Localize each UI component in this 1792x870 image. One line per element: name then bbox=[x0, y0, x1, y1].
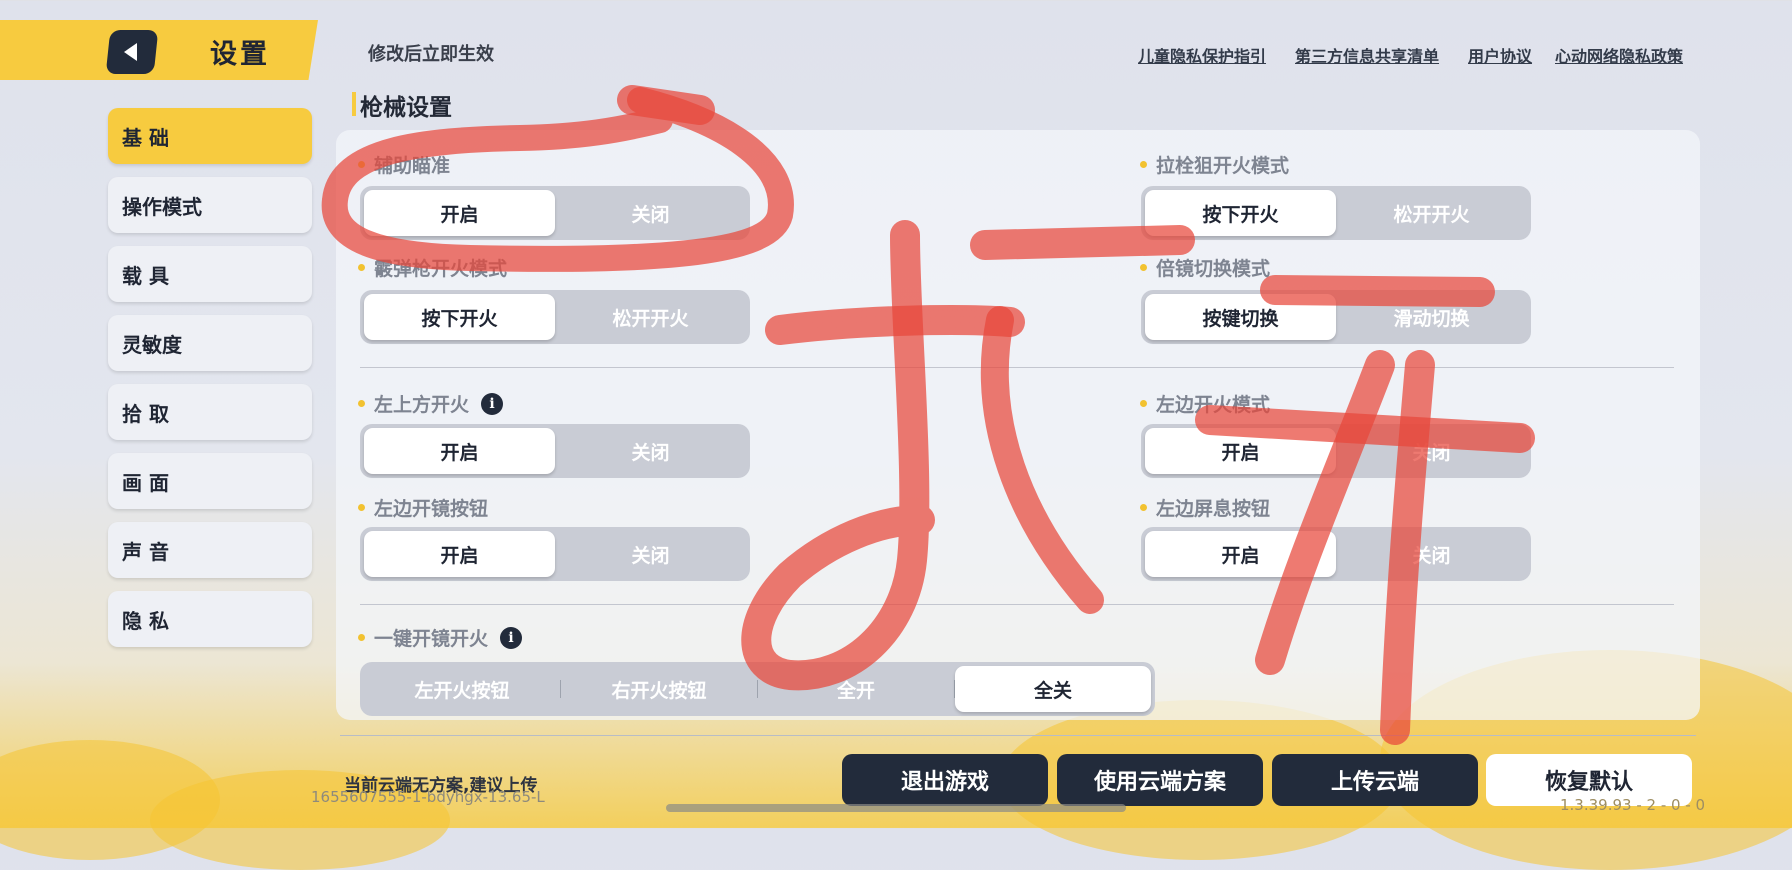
sidebar-item-vehicle[interactable]: 载 具 bbox=[108, 246, 312, 302]
shotgun-release[interactable]: 松开开火 bbox=[555, 294, 746, 340]
aim-assist-toggle[interactable]: 开启 关闭 bbox=[360, 186, 750, 240]
left-breath-on[interactable]: 开启 bbox=[1145, 531, 1336, 577]
top-left-fire-toggle[interactable]: 开启 关闭 bbox=[360, 424, 750, 478]
bottom-divider bbox=[340, 735, 1696, 736]
upload-cloud-button[interactable]: 上传云端 bbox=[1272, 754, 1478, 806]
shotgun-press[interactable]: 按下开火 bbox=[364, 294, 555, 340]
header-bar bbox=[0, 20, 318, 80]
link-user-agreement[interactable]: 用户协议 bbox=[1468, 43, 1532, 67]
aim-assist-off[interactable]: 关闭 bbox=[555, 190, 746, 236]
divider bbox=[360, 604, 1674, 605]
info-icon[interactable]: i bbox=[481, 392, 504, 415]
option-label-left-breath: 左边屏息按钮 bbox=[1140, 494, 1270, 521]
sidebar-item-graphics[interactable]: 画 面 bbox=[108, 453, 312, 509]
option-label-shotgun: 霰弹枪开火模式 bbox=[358, 254, 507, 281]
link-child-privacy[interactable]: 儿童隐私保护指引 bbox=[1138, 43, 1266, 67]
exit-game-button[interactable]: 退出游戏 bbox=[842, 754, 1048, 806]
sidebar-item-control-mode[interactable]: 操作模式 bbox=[108, 177, 312, 233]
link-third-party-info[interactable]: 第三方信息共享清单 bbox=[1295, 43, 1439, 67]
left-fire-mode-on[interactable]: 开启 bbox=[1145, 428, 1336, 474]
option-label-left-fire-mode: 左边开火模式 bbox=[1140, 390, 1270, 417]
one-key-scope-all-off[interactable]: 全关 bbox=[955, 666, 1151, 712]
divider bbox=[360, 367, 1674, 368]
bolt-sniper-press[interactable]: 按下开火 bbox=[1145, 190, 1336, 236]
sidebar-item-pickup[interactable]: 拾 取 bbox=[108, 384, 312, 440]
option-label-text: 拉栓狙开火模式 bbox=[1156, 155, 1290, 177]
back-arrow-icon[interactable] bbox=[105, 30, 159, 74]
option-label-text: 霰弹枪开火模式 bbox=[374, 258, 508, 280]
left-breath-toggle[interactable]: 开启 关闭 bbox=[1141, 527, 1531, 581]
one-key-scope-all-on[interactable]: 全开 bbox=[758, 666, 954, 712]
top-left-fire-off[interactable]: 关闭 bbox=[555, 428, 746, 474]
sidebar-item-sensitivity[interactable]: 灵敏度 bbox=[108, 315, 312, 371]
version-text: 1.3.39.93 - 2 - 0 - 0 bbox=[1560, 796, 1706, 814]
option-label-left-scope: 左边开镜按钮 bbox=[358, 494, 488, 521]
option-label-text: 左上方开火 bbox=[374, 394, 470, 416]
option-label-text: 辅助瞄准 bbox=[374, 155, 451, 177]
option-label-text: 左边开镜按钮 bbox=[374, 498, 489, 520]
one-key-scope-right[interactable]: 右开火按钮 bbox=[561, 666, 757, 712]
left-scope-off[interactable]: 关闭 bbox=[555, 531, 746, 577]
page-title: 设置 bbox=[210, 39, 270, 70]
option-label-text: 左边屏息按钮 bbox=[1156, 498, 1271, 520]
link-privacy-policy[interactable]: 心动网络隐私政策 bbox=[1555, 43, 1683, 67]
section-accent-bar bbox=[352, 92, 356, 116]
build-id: 1655607555-1-bdyhgx-13.65-L bbox=[311, 788, 545, 806]
option-label-bolt-sniper: 拉栓狙开火模式 bbox=[1140, 151, 1289, 178]
scope-switch-key[interactable]: 按键切换 bbox=[1145, 294, 1336, 340]
use-cloud-plan-button[interactable]: 使用云端方案 bbox=[1057, 754, 1263, 806]
sidebar-item-basic[interactable]: 基 础 bbox=[108, 108, 312, 164]
home-indicator[interactable] bbox=[666, 804, 1126, 812]
scope-switch-toggle[interactable]: 按键切换 滑动切换 bbox=[1141, 290, 1531, 344]
bolt-sniper-toggle[interactable]: 按下开火 松开开火 bbox=[1141, 186, 1531, 240]
scope-switch-slide[interactable]: 滑动切换 bbox=[1336, 294, 1527, 340]
top-left-fire-on[interactable]: 开启 bbox=[364, 428, 555, 474]
sidebar-item-sound[interactable]: 声 音 bbox=[108, 522, 312, 578]
aim-assist-on[interactable]: 开启 bbox=[364, 190, 555, 236]
option-label-top-left-fire: 左上方开火 i bbox=[358, 390, 504, 417]
option-label-one-key-scope: 一键开镜开火 i bbox=[358, 624, 523, 651]
sidebar-item-privacy[interactable]: 隐 私 bbox=[108, 591, 312, 647]
option-label-scope-switch: 倍镜切换模式 bbox=[1140, 254, 1270, 281]
option-label-aim-assist: 辅助瞄准 bbox=[358, 151, 450, 178]
option-label-text: 左边开火模式 bbox=[1156, 394, 1271, 416]
left-breath-off[interactable]: 关闭 bbox=[1336, 531, 1527, 577]
one-key-scope-left[interactable]: 左开火按钮 bbox=[364, 666, 560, 712]
left-scope-on[interactable]: 开启 bbox=[364, 531, 555, 577]
info-icon[interactable]: i bbox=[500, 626, 523, 649]
one-key-scope-selector[interactable]: 左开火按钮 右开火按钮 全开 全关 bbox=[360, 662, 1155, 716]
bolt-sniper-release[interactable]: 松开开火 bbox=[1336, 190, 1527, 236]
option-label-text: 一键开镜开火 bbox=[374, 628, 489, 650]
left-fire-mode-off[interactable]: 关闭 bbox=[1336, 428, 1527, 474]
option-label-text: 倍镜切换模式 bbox=[1156, 258, 1271, 280]
left-scope-toggle[interactable]: 开启 关闭 bbox=[360, 527, 750, 581]
section-title: 枪械设置 bbox=[360, 95, 452, 121]
notice-text: 修改后立即生效 bbox=[368, 44, 494, 65]
left-fire-mode-toggle[interactable]: 开启 关闭 bbox=[1141, 424, 1531, 478]
shotgun-fire-toggle[interactable]: 按下开火 松开开火 bbox=[360, 290, 750, 344]
